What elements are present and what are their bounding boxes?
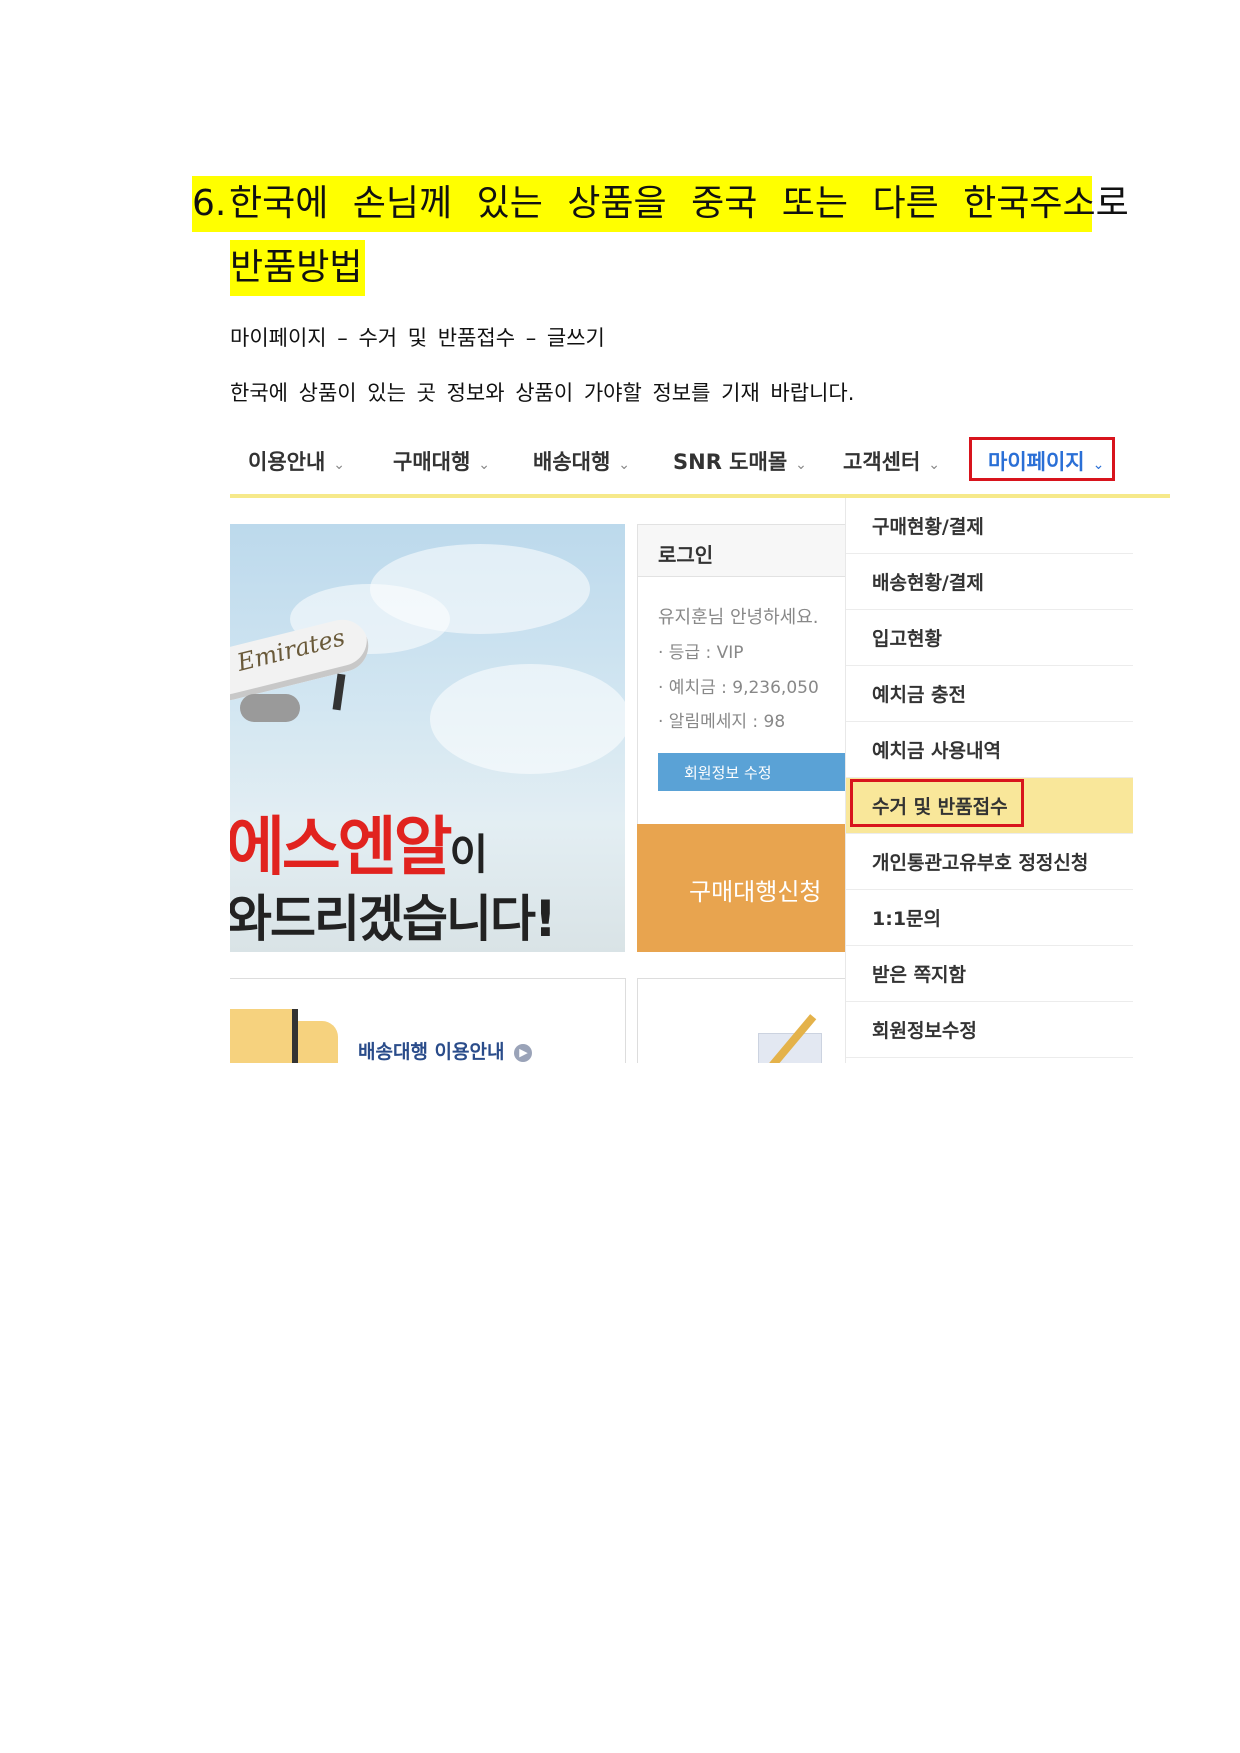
login-heading: 로그인 bbox=[638, 525, 846, 577]
section-heading: 6. 한국에 손님께 있는 상품을 중국 또는 다른 한국주소로 bbox=[192, 176, 1129, 232]
nav-item-shipping-agency[interactable]: 배송대행 ⌄ bbox=[533, 446, 630, 476]
nav-label: 배송대행 bbox=[533, 450, 611, 474]
truck-cab-icon bbox=[298, 1021, 338, 1063]
truck-icon bbox=[230, 1009, 298, 1063]
menu-item-purchase-status[interactable]: 구매현황/결제 bbox=[846, 498, 1133, 554]
chevron-down-icon: ⌄ bbox=[333, 457, 346, 473]
banner-title-main: 에스엔알 bbox=[230, 811, 453, 885]
truck-divider bbox=[292, 1009, 298, 1063]
heading-text-line1: 한국에 손님께 있는 상품을 중국 또는 다른 한국주소로 bbox=[229, 183, 1129, 224]
airplane-gear bbox=[332, 673, 346, 711]
member-grade: · 등급 : VIP bbox=[658, 643, 744, 663]
arrow-right-icon: ▶ bbox=[514, 1043, 533, 1062]
menu-item-shipping-status[interactable]: 배송현황/결제 bbox=[846, 554, 1133, 610]
banner-subtitle: 와드리겠습니다! bbox=[230, 890, 557, 948]
instruction-text: 한국에 상품이 있는 곳 정보와 상품이 가야할 정보를 기재 바랍니다. bbox=[230, 381, 855, 405]
purchase-guide-card[interactable] bbox=[637, 978, 846, 1063]
menu-item-inbox[interactable]: 받은 쪽지함 bbox=[846, 946, 1133, 1002]
menu-item-deposit-history[interactable]: 예치금 사용내역 bbox=[846, 722, 1133, 778]
nav-label: SNR 도매몰 bbox=[673, 450, 788, 474]
chevron-down-icon: ⌄ bbox=[618, 457, 631, 473]
nav-item-guide[interactable]: 이용안내 ⌄ bbox=[248, 446, 345, 476]
menu-item-deposit-charge[interactable]: 예치금 충전 bbox=[846, 666, 1133, 722]
shipping-guide-text: 배송대행 이용안내 bbox=[358, 1041, 505, 1063]
login-panel: 로그인 유지훈님 안녕하세요. · 등급 : VIP · 예치금 : 9,236… bbox=[637, 524, 848, 826]
nav-item-customer-center[interactable]: 고객센터 ⌄ bbox=[843, 446, 940, 476]
nav-item-snr-wholesale[interactable]: SNR 도매몰 ⌄ bbox=[673, 446, 807, 476]
menu-item-warehouse-status[interactable]: 입고현황 bbox=[846, 610, 1133, 666]
promo-banner[interactable]: Emirates 에스엔알이 와드리겠습니다! bbox=[230, 524, 625, 952]
cloud-shape bbox=[430, 664, 625, 774]
airplane-engine bbox=[240, 694, 300, 722]
menu-item-customs-code[interactable]: 개인통관고유부호 정정신청 bbox=[846, 834, 1133, 890]
chevron-down-icon: ⌄ bbox=[928, 457, 941, 473]
nav-item-purchase-agency[interactable]: 구매대행 ⌄ bbox=[393, 446, 490, 476]
mypage-callout-box bbox=[969, 437, 1115, 481]
chevron-down-icon: ⌄ bbox=[795, 457, 807, 473]
welcome-text: 유지훈님 안녕하세요. bbox=[658, 607, 819, 628]
pickup-return-callout-box bbox=[850, 779, 1024, 827]
main-nav: 이용안내 ⌄ 구매대행 ⌄ 배송대행 ⌄ SNR 도매몰 ⌄ 고객센터 ⌄ 마이페이지 ⌄ bbox=[230, 428, 1170, 498]
menu-item-inquiry[interactable]: 1:1문의 bbox=[846, 890, 1133, 946]
alert-count[interactable]: · 알림메세지 : 98 bbox=[658, 707, 785, 732]
heading-number: 6. bbox=[192, 183, 227, 224]
edit-profile-button[interactable]: 회원정보 수정 bbox=[658, 753, 848, 791]
chevron-down-icon: ⌄ bbox=[478, 457, 491, 473]
purchase-apply-button[interactable]: 구매대행신청 bbox=[637, 824, 845, 952]
shipping-guide-label: 배송대행 이용안내 ▶ bbox=[358, 1037, 533, 1063]
nav-label: 구매대행 bbox=[393, 450, 471, 474]
nav-label: 고객센터 bbox=[843, 450, 921, 474]
heading-text-line2: 반품방법 bbox=[230, 240, 366, 296]
banner-title: 에스엔알이 bbox=[230, 796, 489, 888]
website-screenshot: 이용안내 ⌄ 구매대행 ⌄ 배송대행 ⌄ SNR 도매몰 ⌄ 고객센터 ⌄ 마이페이지 ⌄ … bbox=[230, 428, 1170, 1063]
menu-path-text: 마이페이지 – 수거 및 반품접수 – 글쓰기 bbox=[230, 326, 605, 350]
deposit-balance: · 예치금 : 9,236,050 bbox=[658, 678, 819, 698]
menu-item-edit-profile[interactable]: 회원정보수정 bbox=[846, 1002, 1133, 1058]
shipping-guide-card[interactable]: 배송대행 이용안내 ▶ bbox=[230, 978, 626, 1063]
banner-title-suffix: 이 bbox=[449, 830, 489, 879]
purchase-apply-label: 구매대행신청 bbox=[689, 878, 822, 906]
nav-label: 이용안내 bbox=[248, 450, 326, 474]
